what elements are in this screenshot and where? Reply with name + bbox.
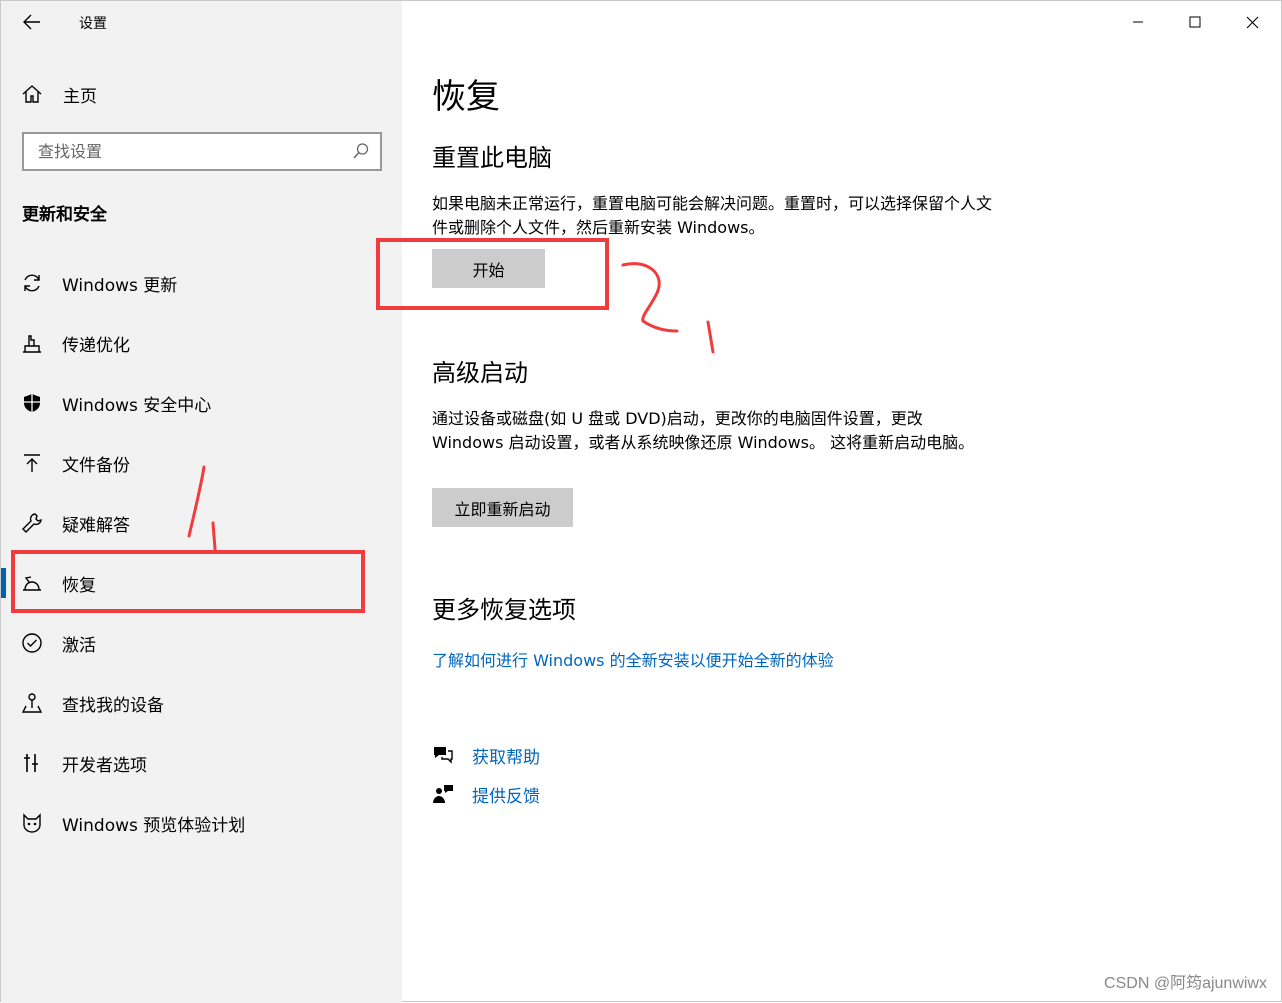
sidebar-item-windows-security[interactable]: Windows 安全中心 bbox=[1, 373, 402, 433]
annotation-box-recovery bbox=[11, 550, 365, 613]
home-label: 主页 bbox=[63, 86, 97, 107]
back-button[interactable] bbox=[15, 7, 49, 37]
check-circle-icon bbox=[21, 632, 43, 654]
home-icon bbox=[22, 85, 42, 103]
active-indicator bbox=[1, 568, 6, 598]
give-feedback-label: 提供反馈 bbox=[472, 786, 540, 807]
get-help-label: 获取帮助 bbox=[472, 747, 540, 768]
sidebar-item-label: 开发者选项 bbox=[62, 756, 147, 776]
sidebar-item-troubleshoot[interactable]: 疑难解答 bbox=[1, 493, 402, 553]
minimize-icon bbox=[1133, 21, 1143, 23]
page-title: 恢复 bbox=[432, 77, 500, 117]
reset-pc-heading: 重置此电脑 bbox=[432, 144, 552, 172]
give-feedback-link[interactable]: 提供反馈 bbox=[432, 781, 540, 807]
sidebar-item-label: 疑难解答 bbox=[62, 516, 130, 536]
sidebar-item-windows-insider[interactable]: Windows 预览体验计划 bbox=[1, 793, 402, 853]
sidebar-item-label: 查找我的设备 bbox=[62, 696, 164, 716]
maximize-button[interactable] bbox=[1167, 1, 1223, 43]
sidebar-item-developer-options[interactable]: 开发者选项 bbox=[1, 733, 402, 793]
annotation-box-start bbox=[376, 238, 609, 310]
sidebar-item-windows-update[interactable]: Windows 更新 bbox=[1, 253, 402, 313]
home-nav-item[interactable]: 主页 bbox=[21, 79, 97, 109]
shield-icon bbox=[21, 392, 43, 414]
sync-icon bbox=[21, 272, 43, 294]
backup-arrow-icon bbox=[21, 452, 43, 474]
close-button[interactable] bbox=[1224, 1, 1280, 43]
close-icon bbox=[1246, 16, 1258, 28]
search-box[interactable] bbox=[22, 132, 382, 171]
fresh-install-link[interactable]: 了解如何进行 Windows 的全新安装以便开始全新的体验 bbox=[432, 647, 834, 671]
find-device-icon bbox=[21, 692, 43, 714]
help-chat-icon bbox=[434, 747, 453, 764]
settings-window: 设置 主页 更新和安全 Windows 更新 传递优化 bbox=[0, 0, 1282, 1003]
watermark: CSDN @阿筠ajunwiwx bbox=[1104, 975, 1267, 992]
maximize-icon bbox=[1189, 16, 1201, 28]
search-input[interactable] bbox=[38, 142, 348, 161]
insider-cat-icon bbox=[21, 812, 43, 834]
sidebar-item-label: 激活 bbox=[62, 636, 96, 656]
minimize-button[interactable] bbox=[1110, 1, 1166, 43]
search-icon[interactable] bbox=[352, 142, 370, 164]
advanced-startup-heading: 高级启动 bbox=[432, 359, 528, 387]
sidebar-item-label: 文件备份 bbox=[62, 456, 130, 476]
developer-tools-icon bbox=[21, 752, 43, 774]
sidebar-item-delivery-optimization[interactable]: 传递优化 bbox=[1, 313, 402, 373]
delivery-optimization-icon bbox=[21, 332, 43, 354]
back-arrow-icon bbox=[23, 14, 40, 30]
more-recovery-heading: 更多恢复选项 bbox=[432, 596, 576, 624]
feedback-person-icon bbox=[433, 785, 453, 803]
get-help-link[interactable]: 获取帮助 bbox=[432, 742, 540, 768]
app-title: 设置 bbox=[79, 16, 107, 32]
sidebar-item-find-my-device[interactable]: 查找我的设备 bbox=[1, 673, 402, 733]
sidebar-item-activation[interactable]: 激活 bbox=[1, 613, 402, 673]
sidebar-item-label: Windows 安全中心 bbox=[62, 396, 212, 416]
main-content: 恢复 重置此电脑 如果电脑未正常运行，重置电脑可能会解决问题。重置时，可以选择保… bbox=[402, 1, 1281, 1001]
sidebar: 设置 主页 更新和安全 Windows 更新 传递优化 bbox=[1, 1, 402, 1003]
sidebar-item-label: 传递优化 bbox=[62, 336, 130, 356]
reset-pc-description: 如果电脑未正常运行，重置电脑可能会解决问题。重置时，可以选择保留个人文件或删除个… bbox=[432, 194, 993, 237]
section-title: 更新和安全 bbox=[22, 205, 107, 225]
sidebar-item-label: Windows 更新 bbox=[62, 276, 178, 296]
advanced-startup-description: 通过设备或磁盘(如 U 盘或 DVD)启动，更改你的电脑固件设置，更改 Wind… bbox=[432, 409, 975, 452]
wrench-icon bbox=[21, 512, 43, 534]
sidebar-item-label: Windows 预览体验计划 bbox=[62, 816, 246, 836]
restart-now-button[interactable]: 立即重新启动 bbox=[432, 488, 573, 527]
sidebar-item-file-backup[interactable]: 文件备份 bbox=[1, 433, 402, 493]
